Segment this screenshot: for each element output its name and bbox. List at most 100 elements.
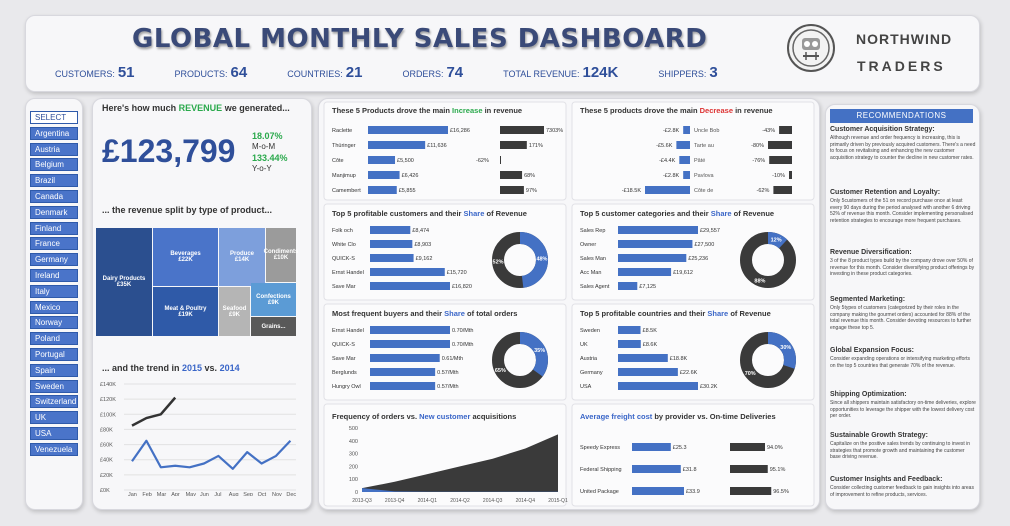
kpi-4: TOTAL REVENUE: 124K bbox=[503, 64, 618, 81]
pct-bar bbox=[500, 126, 544, 134]
kpi-2: COUNTRIES: 21 bbox=[287, 64, 362, 81]
pct-bar bbox=[730, 443, 765, 451]
mom-pct: 18.07% bbox=[252, 131, 283, 141]
country-select[interactable]: SELECT bbox=[30, 111, 78, 124]
bar-value: 0.70/Mth bbox=[452, 328, 473, 334]
country-spain[interactable]: Spain bbox=[30, 363, 78, 377]
pct-bar bbox=[500, 186, 524, 194]
country-portugal[interactable]: Portugal bbox=[30, 348, 78, 361]
x-tick-label: 2015-Q1 bbox=[548, 498, 568, 504]
country-norway[interactable]: Norway bbox=[30, 316, 78, 330]
treemap-tile: Condiments £10K bbox=[264, 228, 298, 282]
bar-value: £27,500 bbox=[694, 242, 714, 248]
charts-grid: These 5 Products drove the main Increase… bbox=[323, 101, 815, 507]
bar-label: Sales Man bbox=[580, 256, 606, 262]
bar-value: -£2.8K bbox=[663, 128, 680, 134]
country-uk[interactable]: UK bbox=[30, 411, 78, 425]
rec-body: Since all shippers maintain satisfactory… bbox=[830, 400, 976, 419]
bar bbox=[368, 171, 400, 179]
bar-value: 0.57/Mth bbox=[437, 370, 458, 376]
country-belgium[interactable]: Belgium bbox=[30, 158, 78, 172]
treemap-tile: Seafood £9K bbox=[219, 287, 250, 336]
kpi-1: PRODUCTS: 64 bbox=[175, 64, 248, 81]
bar-label: Raclette bbox=[332, 128, 352, 134]
chart-title: Most frequent buyers and their Share of … bbox=[332, 309, 517, 318]
y-tick-label: £100K bbox=[100, 412, 116, 418]
pct-bar bbox=[500, 156, 501, 164]
pct-value: -43% bbox=[762, 128, 775, 134]
bar-label: Pâté bbox=[694, 158, 705, 164]
bar-value: £29,557 bbox=[700, 228, 720, 234]
brand-name: NORTHWIND bbox=[856, 31, 953, 47]
kpi-value: 51 bbox=[117, 64, 135, 81]
bar-value: £7,125 bbox=[639, 284, 656, 290]
country-ireland[interactable]: Ireland bbox=[30, 269, 78, 282]
rec-body: Consider collecting customer feedback to… bbox=[830, 485, 974, 498]
pct-bar bbox=[789, 171, 792, 179]
chart-title: Top 5 profitable countries and their Sha… bbox=[580, 309, 771, 318]
bar bbox=[618, 382, 698, 390]
country-finland[interactable]: Finland bbox=[30, 221, 78, 235]
pct-value: 95.1% bbox=[770, 467, 786, 473]
country-france[interactable]: France bbox=[30, 237, 78, 251]
revenue-total: £123,799 bbox=[102, 133, 236, 169]
x-tick-label: Jan bbox=[128, 492, 137, 496]
bar-value: £8,474 bbox=[412, 228, 429, 234]
mom-label: M-o-M bbox=[252, 142, 276, 151]
x-tick-label: Mar bbox=[157, 492, 167, 496]
bar-value: £25.3 bbox=[673, 445, 687, 451]
rec-heading: Customer Retention and Loyalty: bbox=[830, 189, 941, 196]
bar-value: £11,636 bbox=[427, 143, 446, 149]
pct-value: -10% bbox=[772, 173, 785, 179]
chart-title: These 5 Products drove the main Increase… bbox=[332, 106, 522, 115]
country-italy[interactable]: Italy bbox=[30, 284, 78, 298]
chart-title: Top 5 customer categories and their Shar… bbox=[580, 209, 774, 218]
donut-share-label: 35% bbox=[534, 348, 545, 354]
bar bbox=[618, 240, 693, 248]
bar bbox=[370, 340, 450, 348]
bar-value: £8,903 bbox=[414, 242, 431, 248]
country-switzerland[interactable]: Switzerland bbox=[30, 395, 78, 409]
bar-label: Save Mar bbox=[332, 356, 356, 362]
bar-label: United Package bbox=[580, 489, 619, 495]
country-denmark[interactable]: Denmark bbox=[30, 205, 78, 219]
country-mexico[interactable]: Mexico bbox=[30, 300, 78, 314]
country-usa[interactable]: USA bbox=[30, 427, 78, 440]
pct-value: 68% bbox=[524, 173, 535, 179]
bar-label: USA bbox=[580, 384, 592, 390]
kpi-label: COUNTRIES: bbox=[287, 69, 343, 79]
bar-value: £19,612 bbox=[673, 270, 693, 276]
country-canada[interactable]: Canada bbox=[30, 190, 78, 203]
country-venezuela[interactable]: Venezuela bbox=[30, 442, 78, 456]
country-poland[interactable]: Poland bbox=[30, 332, 78, 346]
pct-value: -76% bbox=[752, 158, 765, 164]
bar-label: Pavlova bbox=[694, 173, 715, 179]
country-argentina[interactable]: Argentina bbox=[30, 126, 78, 140]
bar bbox=[618, 254, 687, 262]
pct-value: 94.0% bbox=[767, 445, 783, 451]
chart-title: Top 5 profitable customers and their Sha… bbox=[332, 209, 527, 218]
y-tick-label: £140K bbox=[100, 382, 116, 388]
bar-label: UK bbox=[580, 342, 588, 348]
bar-label: Manjimup bbox=[332, 173, 356, 179]
country-germany[interactable]: Germany bbox=[30, 253, 78, 267]
bar-label: Acc Man bbox=[580, 270, 601, 276]
country-austria[interactable]: Austria bbox=[30, 142, 78, 156]
rec-body: Only 5customers of the 51 on record purc… bbox=[830, 198, 974, 224]
x-tick-label: Jun bbox=[200, 492, 209, 496]
bar bbox=[370, 268, 445, 276]
tile-value: £22K bbox=[178, 257, 193, 263]
rec-body: Capitalize on the positive sales trends … bbox=[830, 441, 971, 460]
country-sweden[interactable]: Sweden bbox=[30, 379, 78, 393]
kpi-value: 3 bbox=[709, 64, 718, 81]
x-tick-label: Aug bbox=[229, 492, 239, 496]
bar bbox=[368, 141, 426, 149]
bar-value: 0.61/Mth bbox=[442, 356, 463, 362]
y-tick-label: 100 bbox=[349, 477, 358, 483]
country-brazil[interactable]: Brazil bbox=[30, 174, 78, 188]
bar-label: Germany bbox=[580, 370, 603, 376]
bar bbox=[370, 254, 414, 262]
kpi-value: 74 bbox=[446, 64, 464, 81]
bar bbox=[370, 240, 413, 248]
y-tick-label: £40K bbox=[100, 458, 113, 464]
